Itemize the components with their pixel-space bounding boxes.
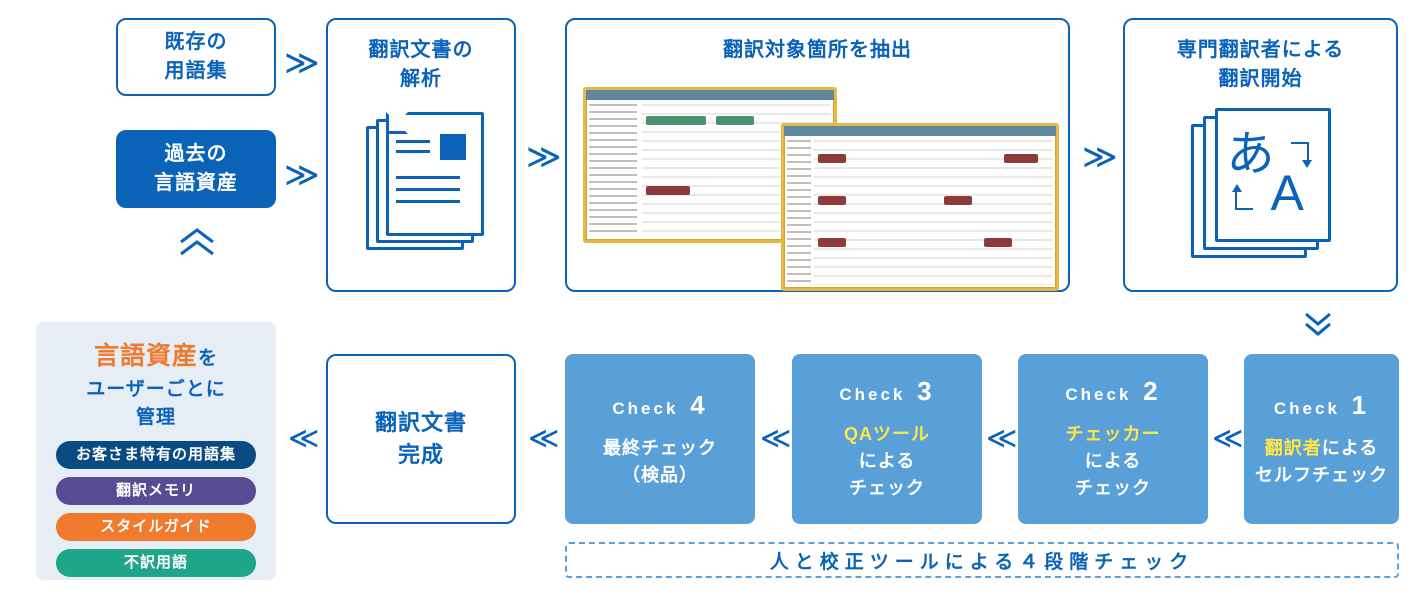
arrow-left-icon: ≪ [760, 424, 791, 454]
pill-translation-memory: 翻訳メモリ [56, 477, 256, 505]
arrow-left-icon: ≪ [986, 424, 1017, 454]
screenshot-thumb-2 [781, 123, 1059, 291]
check-1: Check 1 翻訳者による セルフチェック [1244, 354, 1399, 524]
label-existing-glossary: 既存の 用語集 [165, 28, 228, 86]
box-translation-complete: 翻訳文書 完成 [326, 354, 516, 524]
arrow-down-icon [1300, 306, 1336, 342]
four-stage-check-caption: 人と校正ツールによる４段階チェック [565, 542, 1399, 578]
box-existing-glossary: 既存の 用語集 [116, 18, 276, 96]
box-analyze-doc: 翻訳文書の 解析 [326, 18, 516, 292]
check-1-body: 翻訳者による セルフチェック [1255, 435, 1388, 489]
check-2-label: Check 2 [1065, 376, 1160, 407]
check-2-body: チェッカー による チェック [1066, 421, 1161, 502]
arrow-left-icon: ≪ [288, 424, 319, 454]
check-3-label: Check 3 [839, 376, 934, 407]
arrow-left-icon: ≪ [528, 424, 559, 454]
check-1-label: Check 1 [1274, 390, 1369, 421]
mgmt-panel-title: 言語資産を ユーザーごとに 管理 [48, 338, 264, 433]
language-asset-mgmt-panel: 言語資産を ユーザーごとに 管理 お客さま特有の用語集 翻訳メモリ スタイルガイ… [36, 322, 276, 580]
check-2: Check 2 チェッカー による チェック [1018, 354, 1208, 524]
pill-customer-glossary: お客さま特有の用語集 [56, 441, 256, 469]
check-4-label: Check 4 [612, 390, 707, 421]
check-3: Check 3 QAツール による チェック [792, 354, 982, 524]
arrow-right-icon: ≫ [284, 46, 320, 80]
arrow-right-icon: ≫ [1082, 140, 1118, 174]
box-extract-targets: 翻訳対象箇所を抽出 [565, 18, 1070, 292]
label-extract-targets: 翻訳対象箇所を抽出 [723, 36, 912, 65]
screenshot-thumbs [567, 65, 1068, 290]
arrow-up-icon [142, 224, 252, 268]
pill-style-guide: スタイルガイド [56, 513, 256, 541]
arrow-left-icon: ≪ [1212, 424, 1243, 454]
label-translator-start: 専門翻訳者による 翻訳開始 [1177, 36, 1344, 94]
check-3-body: QAツール による チェック [844, 421, 930, 502]
check-4-body: 最終チェック （検品） [603, 435, 717, 489]
box-past-assets: 過去の 言語資産 [116, 130, 276, 208]
box-translator-start: 専門翻訳者による 翻訳開始 あ A [1123, 18, 1398, 292]
arrow-right-icon: ≫ [284, 158, 320, 192]
pill-untranslated-terms: 不訳用語 [56, 549, 256, 577]
translation-icon: あ A [1191, 108, 1331, 258]
arrow-right-icon: ≫ [526, 140, 562, 174]
label-analyze-doc: 翻訳文書の 解析 [369, 36, 474, 94]
label-translation-complete: 翻訳文書 完成 [375, 407, 467, 471]
check-4: Check 4 最終チェック （検品） [565, 354, 755, 524]
document-stack-icon [366, 112, 476, 252]
label-past-assets: 過去の 言語資産 [154, 140, 238, 198]
